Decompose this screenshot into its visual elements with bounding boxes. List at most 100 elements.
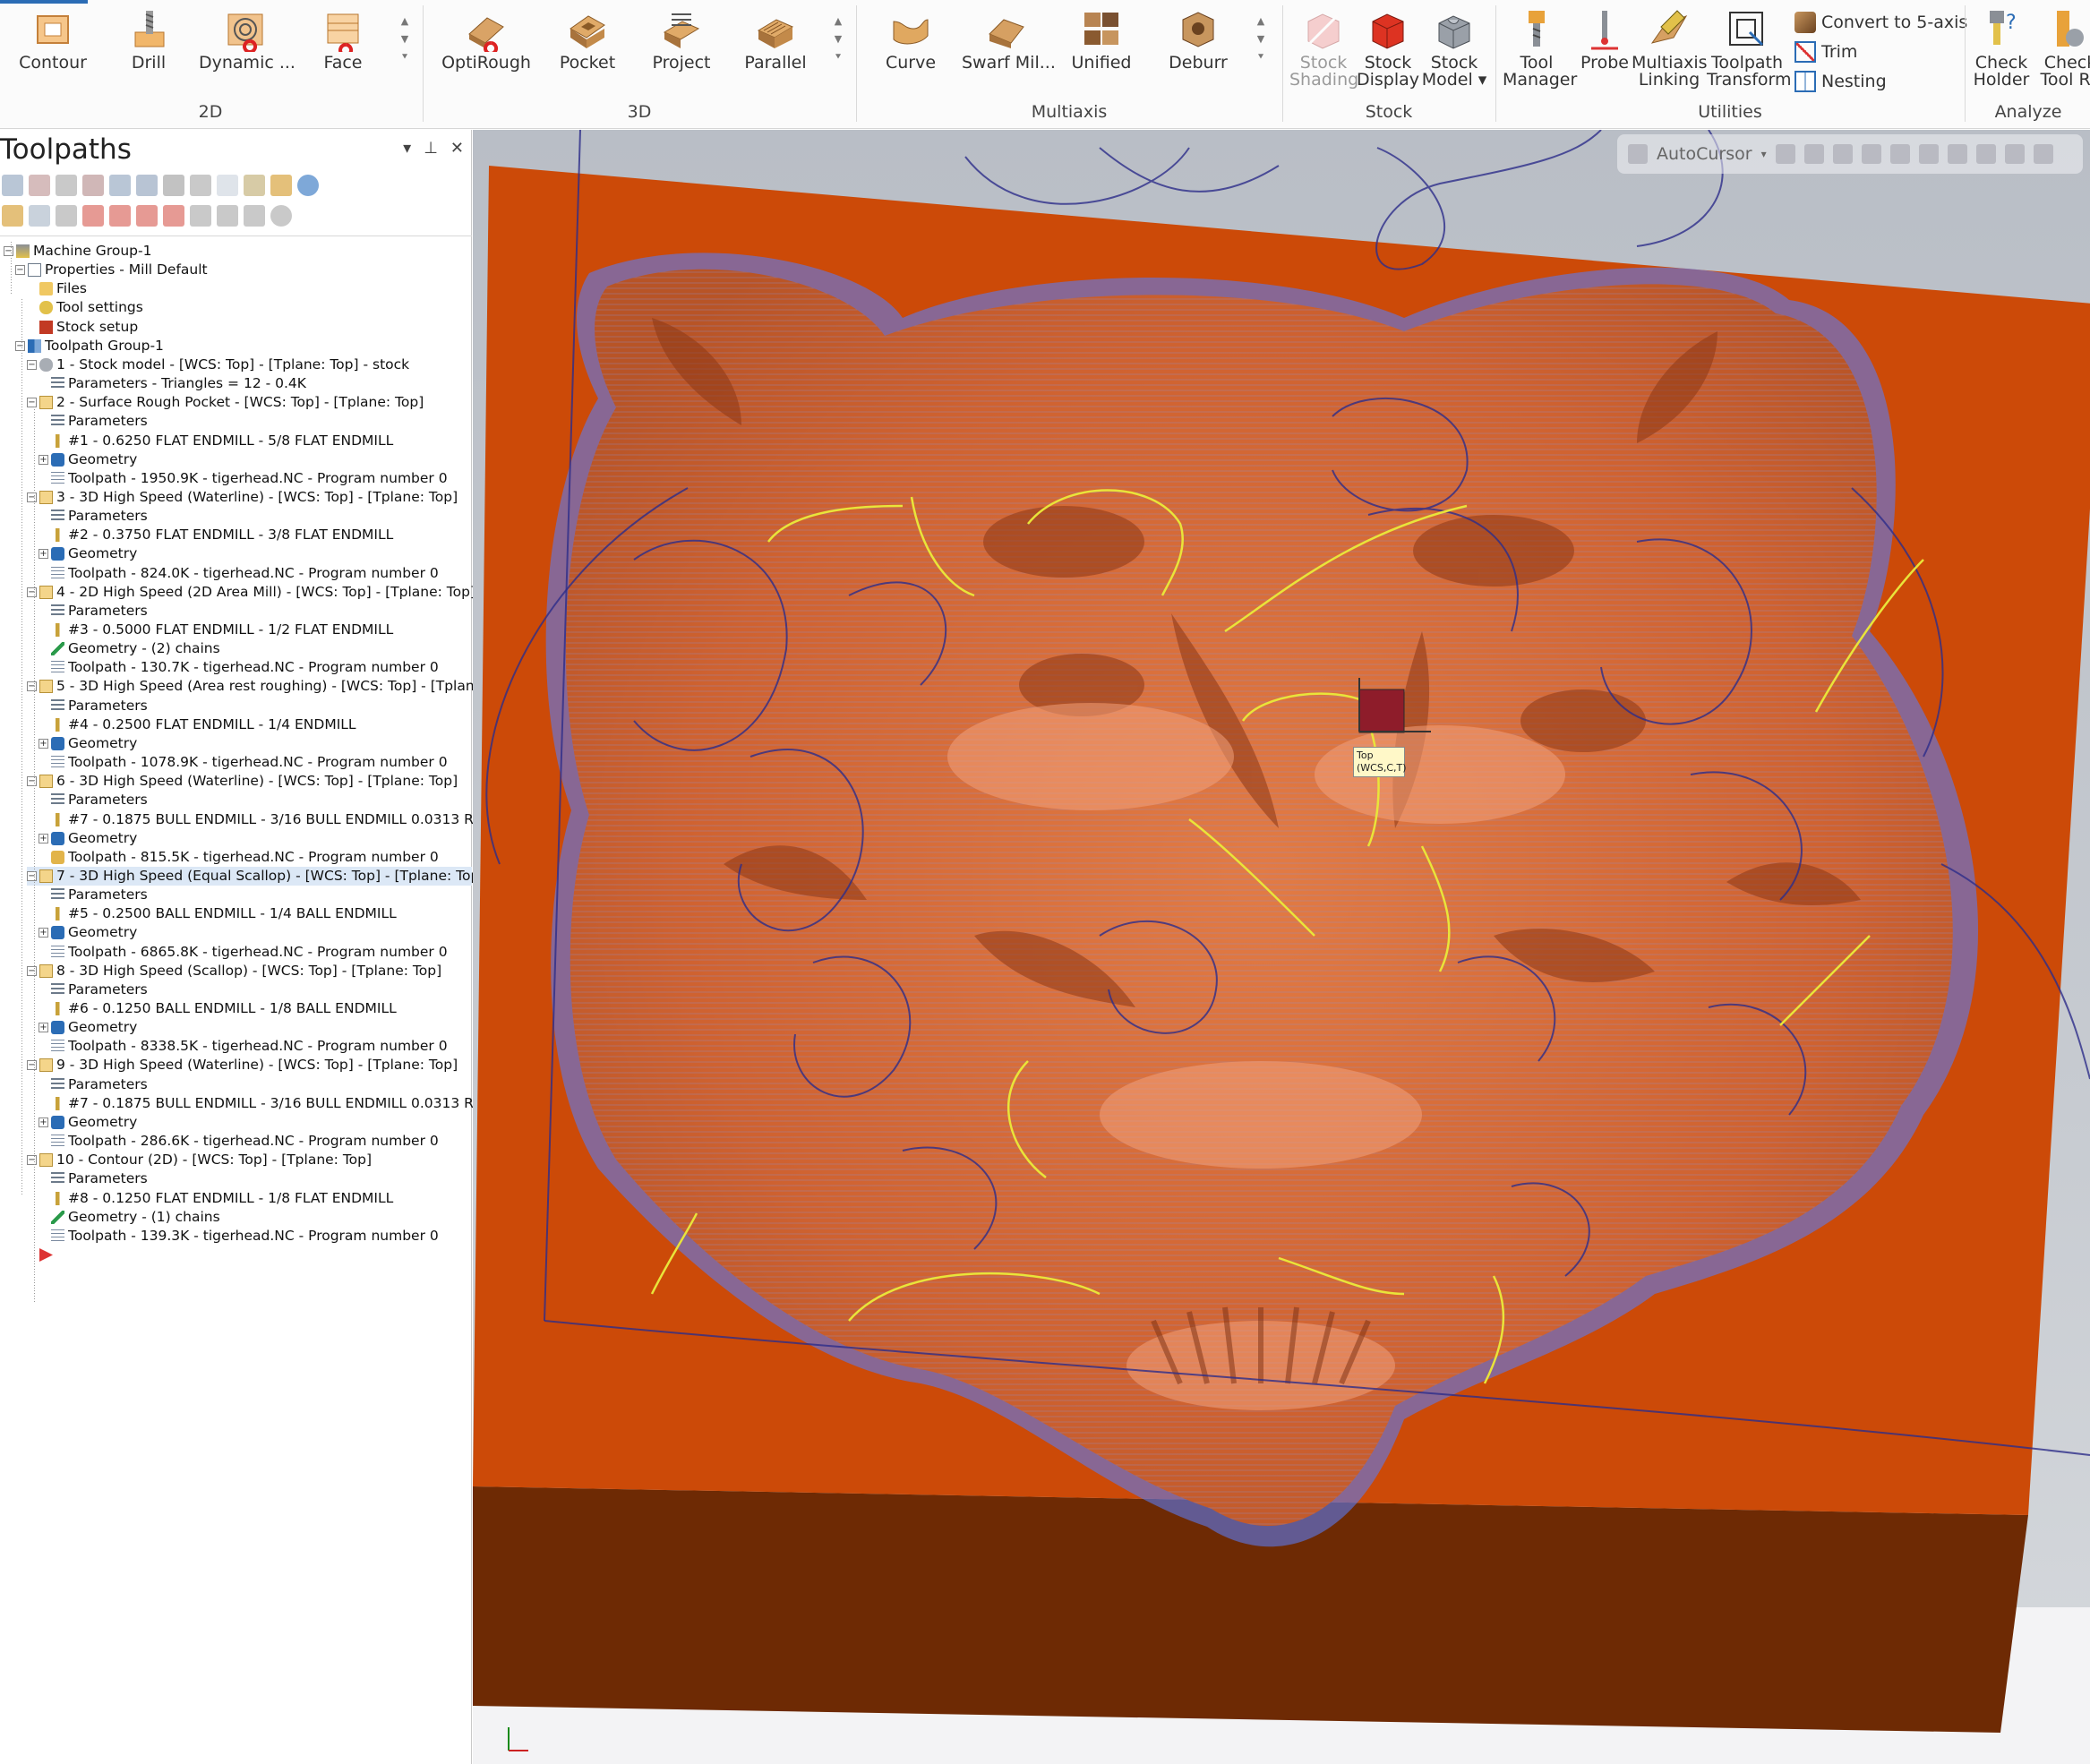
probe-button[interactable]: Probe — [1578, 7, 1632, 72]
tree-row[interactable]: − Machine Group-1 — [4, 242, 151, 261]
deselect-icon[interactable] — [29, 175, 50, 196]
tree-row[interactable]: #5 - 0.2500 BALL ENDMILL - 1/4 BALL ENDM… — [39, 904, 397, 923]
post-selected-icon[interactable] — [190, 175, 211, 196]
collapse-toggle[interactable]: − — [27, 492, 37, 502]
tree-row[interactable]: Tool settings — [27, 298, 143, 317]
curve-button[interactable]: Curve — [879, 7, 942, 72]
tree-row-selected[interactable]: − 7 - 3D High Speed (Equal Scallop) - [WC… — [27, 866, 479, 886]
display-options-icon[interactable] — [217, 205, 238, 227]
tree-row[interactable]: Files — [27, 279, 87, 298]
snap-icon[interactable] — [1775, 144, 1795, 164]
gallery-scroll-multiaxis[interactable]: ▲ ▼ ⯆ — [1254, 13, 1268, 66]
tree-row[interactable]: #6 - 0.1250 BALL ENDMILL - 1/8 BALL ENDM… — [39, 999, 397, 1018]
expand-toggle[interactable]: + — [39, 454, 48, 465]
tree-row[interactable]: Toolpath - 130.7K - tigerhead.NC - Progr… — [39, 658, 439, 677]
collapse-toggle[interactable]: − — [27, 1060, 37, 1071]
convert-to-5-axis-button[interactable]: Convert to 5-axis — [1794, 9, 1967, 36]
lock-icon[interactable] — [2, 205, 23, 227]
tree-row[interactable]: #3 - 0.5000 FLAT ENDMILL - 1/2 FLAT ENDM… — [39, 621, 393, 639]
dynamic-button[interactable]: Dynamic ... — [199, 7, 296, 72]
autocursor-dropdown[interactable]: AutoCursor — [1657, 144, 1752, 164]
tree-row[interactable]: Toolpath - 6865.8K - tigerhead.NC - Prog… — [39, 943, 448, 962]
collapse-toggle[interactable]: − — [27, 870, 37, 881]
tree-row[interactable]: #2 - 0.3750 FLAT ENDMILL - 3/8 FLAT ENDM… — [39, 526, 393, 544]
expand-toggle[interactable]: + — [39, 928, 48, 938]
move-up-icon[interactable] — [109, 205, 131, 227]
collapse-toggle[interactable]: − — [27, 965, 37, 976]
backplot-icon[interactable] — [109, 175, 131, 196]
tree-row[interactable]: − Properties - Mill Default — [15, 261, 208, 279]
tree-row[interactable]: − 6 - 3D High Speed (Waterline) - [WCS: T… — [27, 772, 458, 791]
tree-row[interactable]: + Geometry — [39, 450, 137, 469]
close-icon[interactable]: ✕ — [450, 139, 464, 158]
tree-row[interactable]: Parameters — [39, 697, 148, 715]
collapse-toggle[interactable]: − — [15, 340, 25, 351]
tree-row[interactable]: #7 - 0.1875 BULL ENDMILL - 3/16 BULL END… — [39, 1094, 483, 1113]
parallel-button[interactable]: Parallel — [738, 7, 813, 72]
collapse-toggle[interactable]: − — [27, 359, 37, 370]
tree-row[interactable]: + Geometry — [39, 1113, 137, 1132]
tree-row[interactable]: − 3 - 3D High Speed (Waterline) - [WCS: T… — [27, 488, 458, 507]
collapse-toggle[interactable]: − — [27, 587, 37, 597]
unified-button[interactable]: Unified — [1066, 7, 1137, 72]
tree-row[interactable]: Parameters — [39, 886, 148, 904]
tree-row[interactable]: Toolpath - 286.6K - tigerhead.NC - Progr… — [39, 1132, 439, 1151]
tree-row[interactable]: Toolpath - 1950.9K - tigerhead.NC - Prog… — [39, 469, 448, 488]
select-window-icon[interactable] — [1918, 144, 1939, 164]
collapse-toggle[interactable]: − — [27, 398, 37, 408]
tree-row[interactable]: Parameters — [39, 507, 148, 526]
verify-icon[interactable] — [136, 175, 158, 196]
highfeed-icon[interactable] — [244, 175, 265, 196]
collapse-toggle[interactable]: − — [27, 681, 37, 692]
tree-row[interactable]: Parameters — [39, 412, 148, 431]
tree-row[interactable]: Parameters - Triangles = 12 - 0.4K — [39, 374, 306, 393]
tree-row[interactable]: + Geometry — [39, 544, 137, 563]
expand-toggle[interactable]: + — [39, 833, 48, 843]
snap-settings-icon[interactable] — [1803, 144, 1824, 164]
graphics-viewport[interactable]: Top (WCS,C,T) — [473, 130, 2090, 1764]
tree-row[interactable]: #8 - 0.1250 FLAT ENDMILL - 1/8 FLAT ENDM… — [39, 1189, 393, 1208]
deburr-button[interactable]: Deburr — [1162, 7, 1234, 72]
tool-manager-button[interactable]: Tool Manager — [1503, 7, 1577, 89]
tree-row[interactable]: + Geometry — [39, 1018, 137, 1037]
tree-row[interactable]: + Geometry — [39, 829, 137, 848]
trim-button[interactable]: Trim — [1794, 39, 1857, 65]
collapse-toggle[interactable]: − — [4, 246, 13, 256]
select-entity-icon[interactable] — [1861, 144, 1881, 164]
g1-icon[interactable] — [217, 175, 238, 196]
toggle-post-icon[interactable] — [56, 205, 77, 227]
tree-row[interactable]: #7 - 0.1875 BULL ENDMILL - 3/16 BULL END… — [39, 810, 483, 829]
tree-row[interactable]: Parameters — [39, 980, 148, 999]
settings-gear-icon[interactable] — [270, 205, 292, 227]
select-loop-icon[interactable] — [2033, 144, 2053, 164]
tree-row[interactable]: − 10 - Contour (2D) - [WCS: Top] - [Tplan… — [27, 1151, 372, 1169]
pin-icon[interactable]: ⊥ — [424, 139, 438, 158]
select-body-icon[interactable] — [2004, 144, 2025, 164]
select-face-icon[interactable] — [1975, 144, 1996, 164]
tree-row[interactable]: Parameters — [39, 791, 148, 809]
gallery-scroll-2d[interactable]: ▲ ▼ ⯆ — [398, 13, 412, 66]
tree-row[interactable]: Geometry - (1) chains — [39, 1208, 220, 1227]
tree-row[interactable]: + Geometry — [39, 923, 137, 942]
check-holder-button[interactable]: ? Check Holder — [1968, 7, 2034, 89]
expand-toggle[interactable]: + — [39, 1023, 48, 1033]
move-down-icon[interactable] — [82, 205, 104, 227]
tree-row[interactable]: + Geometry — [39, 734, 137, 753]
tree-row[interactable]: Toolpath - 815.5K - tigerhead.NC - Progr… — [39, 848, 439, 867]
stock-shading-button[interactable]: Stock Shading — [1289, 7, 1358, 89]
tree-row[interactable]: Parameters — [39, 1169, 148, 1188]
simulate-icon[interactable] — [163, 175, 184, 196]
gallery-scroll-3d[interactable]: ▲ ▼ ⯆ — [831, 13, 845, 66]
tree-row[interactable]: − Toolpath Group-1 — [15, 337, 164, 355]
tree-row[interactable]: − 5 - 3D High Speed (Area rest roughing) … — [27, 677, 483, 696]
face-button[interactable]: Face — [306, 7, 380, 72]
tree-row[interactable]: #4 - 0.2500 FLAT ENDMILL - 1/4 ENDMILL — [39, 715, 356, 734]
drill-button[interactable]: Drill — [113, 7, 184, 72]
autocursor-chevron-icon[interactable]: ▾ — [1761, 148, 1767, 160]
tree-row[interactable]: Toolpath - 824.0K - tigerhead.NC - Progr… — [39, 564, 439, 583]
tree-row[interactable]: Stock setup — [27, 318, 138, 337]
tree-row[interactable]: Parameters — [39, 602, 148, 621]
tree-row[interactable]: − 1 - Stock model - [WCS: Top] - [Tplane:… — [27, 355, 409, 374]
nesting-button[interactable]: Nesting — [1794, 68, 1887, 95]
tree-row[interactable]: Toolpath - 139.3K - tigerhead.NC - Progr… — [39, 1227, 439, 1246]
